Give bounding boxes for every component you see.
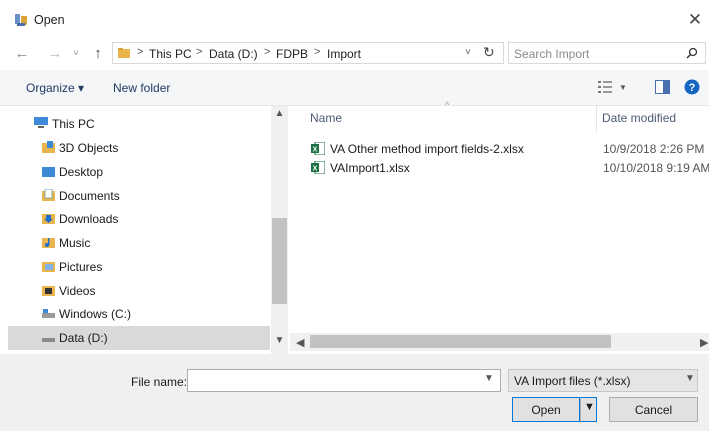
scroll-right-icon[interactable]: ▶	[700, 336, 708, 349]
tree-label: Data (D:)	[59, 331, 108, 345]
folder-icon	[118, 48, 130, 58]
breadcrumb-import[interactable]: Import	[327, 47, 361, 61]
cancel-button-label: Cancel	[634, 403, 673, 417]
window-title: Open	[34, 13, 65, 27]
drive-icon	[42, 338, 55, 342]
search-input[interactable]: Search Import	[514, 47, 589, 61]
scroll-left-icon[interactable]: ◀	[296, 336, 304, 349]
svg-text:?: ?	[689, 82, 696, 94]
breadcrumb-data-d[interactable]: Data (D:)	[209, 47, 258, 61]
breadcrumb-separator: >	[137, 46, 144, 58]
tree-label: Windows (C:)	[59, 307, 132, 321]
address-dropdown-icon[interactable]: ˅	[465, 47, 471, 58]
desktop-folder-icon	[42, 167, 55, 177]
tree-item-desktop[interactable]: Desktop	[0, 161, 272, 183]
svg-text:X: X	[313, 147, 318, 154]
organize-button[interactable]: Organize ▾	[26, 81, 84, 95]
scroll-up-icon[interactable]: ▲	[272, 108, 287, 119]
breadcrumb-fdpb[interactable]: FDPB	[276, 47, 308, 61]
close-button[interactable]: ✕	[686, 10, 704, 30]
scrollbar-thumb[interactable]	[272, 218, 287, 304]
3d-objects-icon	[42, 141, 55, 153]
tree-label: Desktop	[59, 165, 104, 179]
tree-label: This PC	[52, 117, 95, 131]
search-icon[interactable]	[686, 47, 698, 59]
open-button-label: Open	[531, 403, 561, 417]
column-divider[interactable]	[596, 106, 597, 132]
open-split-dropdown-icon: ▼	[584, 401, 595, 413]
tree-label: Pictures	[59, 260, 103, 274]
view-options-icon[interactable]	[598, 80, 612, 94]
tree-label: Downloads	[59, 212, 119, 226]
videos-folder-icon	[42, 286, 55, 296]
breadcrumb-this-pc[interactable]: This PC	[149, 47, 192, 61]
svg-text:X: X	[313, 166, 318, 173]
documents-folder-icon	[42, 189, 55, 201]
sort-ascending-icon: ^	[445, 100, 450, 110]
file-name-label: File name:	[131, 375, 188, 389]
excel-file-icon: X	[311, 142, 325, 155]
tree-item-this-pc[interactable]: This PC	[0, 113, 272, 135]
tree-label: Videos	[59, 284, 96, 298]
excel-file-icon: X	[311, 161, 325, 174]
forward-button[interactable]: →	[47, 45, 63, 63]
file-name: VAImport1.xlsx	[330, 161, 410, 175]
breadcrumb-separator: >	[264, 46, 271, 58]
file-row[interactable]: X VA Other method import fields-2.xlsx 1…	[296, 139, 709, 159]
tree-item-videos[interactable]: Videos	[0, 280, 272, 302]
column-header-name[interactable]: Name	[310, 111, 342, 125]
view-dropdown-icon[interactable]: ▼	[619, 83, 627, 92]
recent-locations-button[interactable]: ˅	[70, 45, 82, 63]
scroll-down-icon[interactable]: ▼	[272, 335, 287, 346]
tree-label: 3D Objects	[59, 141, 119, 155]
tree-item-documents[interactable]: Documents	[0, 185, 272, 207]
footer-pane	[0, 354, 709, 431]
tree-label: Music	[59, 236, 91, 250]
file-row[interactable]: X VAImport1.xlsx 10/10/2018 9:19 AM	[296, 158, 709, 178]
title-bar	[0, 0, 709, 40]
file-name-dropdown-icon[interactable]: ▼	[484, 373, 494, 384]
breadcrumb-separator: >	[314, 46, 321, 58]
column-header-date-modified[interactable]: Date modified	[602, 111, 676, 125]
tree-item-windows-c[interactable]: Windows (C:)	[0, 303, 272, 325]
computer-icon	[34, 117, 48, 128]
scrollbar-thumb[interactable]	[310, 335, 611, 348]
downloads-folder-icon	[42, 214, 55, 224]
music-folder-icon	[42, 238, 55, 248]
tree-item-downloads[interactable]: Downloads	[0, 208, 272, 230]
tree-item-data-d[interactable]: Data (D:)	[0, 327, 272, 349]
open-dialog-icon	[15, 14, 27, 26]
refresh-icon[interactable]: ↻	[483, 44, 495, 61]
file-name-input[interactable]	[187, 369, 501, 392]
drive-icon	[42, 309, 55, 318]
up-button[interactable]: ↑	[90, 45, 106, 63]
back-button[interactable]: ←	[14, 45, 30, 63]
file-date: 10/10/2018 9:19 AM	[603, 161, 709, 175]
breadcrumb-separator: >	[196, 46, 203, 58]
tree-label: Documents	[59, 189, 120, 203]
file-name: VA Other method import fields-2.xlsx	[330, 142, 524, 156]
file-date: 10/9/2018 2:26 PM	[603, 142, 705, 156]
file-type-value: VA Import files (*.xlsx)	[514, 374, 631, 388]
help-icon[interactable]: ?	[684, 79, 700, 95]
pictures-folder-icon	[42, 262, 55, 272]
new-folder-button[interactable]: New folder	[113, 81, 170, 95]
tree-item-pictures[interactable]: Pictures	[0, 256, 272, 278]
file-type-dropdown-icon[interactable]: ▼	[685, 373, 695, 384]
preview-pane-icon[interactable]	[655, 80, 670, 94]
tree-item-music[interactable]: Music	[0, 232, 272, 254]
tree-item-3d-objects[interactable]: 3D Objects	[0, 137, 272, 159]
